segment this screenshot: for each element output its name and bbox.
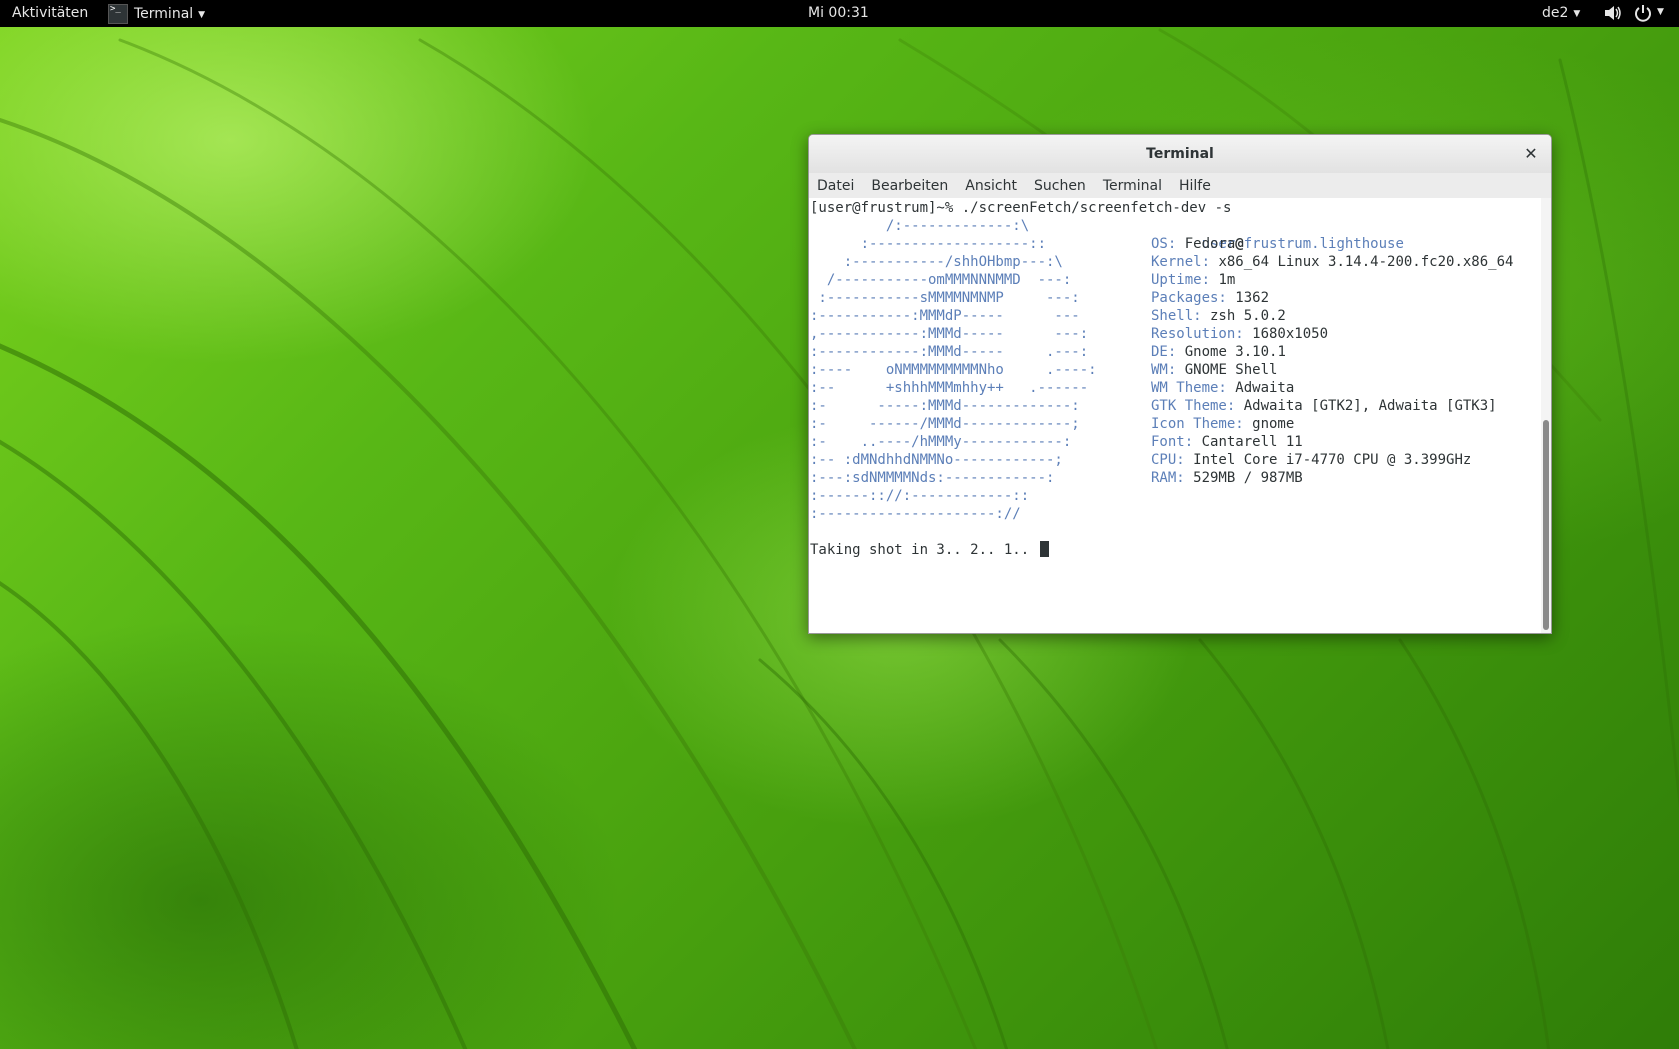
info-value: x86_64 Linux 3.14.4-200.fc20.x86_64 xyxy=(1210,254,1514,270)
info-line: RAM: 529MB / 987MB xyxy=(1151,469,1303,487)
info-line: DE: Gnome 3.10.1 xyxy=(1151,343,1286,361)
info-line: OS: Fedora xyxy=(1151,235,1235,253)
info-key: RAM: xyxy=(1151,470,1185,486)
info-value: Adwaita xyxy=(1226,380,1295,396)
logo-line: :- ..----/hMMMy------------: xyxy=(810,434,1072,450)
app-menu-label: Terminal xyxy=(134,5,194,22)
logo-line: /-----------omMMMNNNMMD ---: xyxy=(810,272,1072,288)
info-key: Packages: xyxy=(1151,290,1227,306)
info-value: Intel Core i7-4770 CPU @ 3.399GHz xyxy=(1184,452,1472,468)
logo-line: :-----------/shhOHbmp---:\ xyxy=(810,254,1063,270)
info-value: 1m xyxy=(1210,272,1236,288)
terminal-window: Terminal ✕ Datei Bearbeiten Ansicht Such… xyxy=(808,134,1552,634)
info-value: GNOME Shell xyxy=(1176,362,1278,378)
keyboard-layout-indicator[interactable]: de2 ▼ xyxy=(1542,5,1580,21)
info-key: Font: xyxy=(1151,434,1194,450)
logo-line: :-- +shhhMMMmhhy++ .------ xyxy=(810,380,1089,396)
chevron-down-icon: ▼ xyxy=(198,9,206,20)
info-key: OS: xyxy=(1151,236,1177,252)
close-icon[interactable]: ✕ xyxy=(1521,135,1541,173)
info-key: Shell: xyxy=(1151,308,1202,324)
scrollbar[interactable] xyxy=(1541,198,1551,633)
info-value: Adwaita [GTK2], Adwaita [GTK3] xyxy=(1235,398,1497,414)
info-key: Resolution: xyxy=(1151,326,1244,342)
terminal-app-icon xyxy=(108,3,128,24)
top-bar: Aktivitäten Terminal ▼ Mi 00:31 de2 ▼ ▼ xyxy=(0,0,1679,27)
logo-line: /:-------------:\ xyxy=(810,218,1030,234)
info-value: Gnome 3.10.1 xyxy=(1176,344,1286,360)
logo-line: :- ------/MMMd-------------; xyxy=(810,416,1080,432)
menu-bar: Datei Bearbeiten Ansicht Suchen Terminal… xyxy=(809,173,1551,198)
window-titlebar[interactable]: Terminal ✕ xyxy=(809,135,1551,173)
logo-line: :------:://:------------:: xyxy=(810,488,1030,504)
info-key: Uptime: xyxy=(1151,272,1211,288)
logo-line: :- -----:MMMd-------------: xyxy=(810,398,1080,414)
menu-item-bearbeiten[interactable]: Bearbeiten xyxy=(871,178,948,194)
at-sign: @ xyxy=(1235,236,1244,252)
info-key: Kernel: xyxy=(1151,254,1211,270)
menu-item-terminal[interactable]: Terminal xyxy=(1103,178,1162,194)
info-line: Font: Cantarell 11 xyxy=(1151,433,1303,451)
scrollbar-thumb[interactable] xyxy=(1543,420,1549,630)
menu-item-hilfe[interactable]: Hilfe xyxy=(1179,178,1211,194)
host-name: frustrum.lighthouse xyxy=(1243,236,1404,252)
menu-item-datei[interactable]: Datei xyxy=(817,178,854,194)
volume-icon[interactable] xyxy=(1604,5,1622,21)
info-key: CPU: xyxy=(1151,452,1185,468)
status-line: Taking shot in 3.. 2.. 1.. xyxy=(810,541,1049,559)
activities-button[interactable]: Aktivitäten xyxy=(12,5,88,21)
command-prompt: [user@frustrum]~% ./screenFetch/screenfe… xyxy=(810,200,1232,216)
text-cursor xyxy=(1039,541,1049,557)
logo-line: :------------:MMMd----- .---: xyxy=(810,344,1089,360)
info-value: 529MB / 987MB xyxy=(1184,470,1303,486)
info-line: Packages: 1362 xyxy=(1151,289,1269,307)
logo-line: :-----------:MMMdP----- --- xyxy=(810,308,1080,324)
info-line: Shell: zsh 5.0.2 xyxy=(1151,307,1286,325)
logo-line: :---- oNMMMMMMMMMNho .----: xyxy=(810,362,1097,378)
status-text: Taking shot in 3.. 2.. 1.. xyxy=(810,542,1038,558)
info-line: CPU: Intel Core i7-4770 CPU @ 3.399GHz xyxy=(1151,451,1471,469)
info-key: GTK Theme: xyxy=(1151,398,1236,414)
logo-line: :-- :dMNdhhdNMMNo------------; xyxy=(810,452,1063,468)
logo-line: ,------------:MMMd----- ---: xyxy=(810,326,1089,342)
keyboard-layout-label: de2 xyxy=(1542,5,1569,21)
app-menu-button[interactable]: Terminal ▼ xyxy=(108,2,205,25)
info-line: Kernel: x86_64 Linux 3.14.4-200.fc20.x86… xyxy=(1151,253,1513,271)
info-key: DE: xyxy=(1151,344,1177,360)
info-value: 1362 xyxy=(1226,290,1270,306)
info-value: zsh 5.0.2 xyxy=(1201,308,1286,324)
chevron-down-icon[interactable]: ▼ xyxy=(1657,7,1664,17)
logo-line: :---:sdNMMMMNds:------------: xyxy=(810,470,1055,486)
info-value: gnome xyxy=(1243,416,1295,432)
info-value: Fedora xyxy=(1176,236,1236,252)
info-key: WM Theme: xyxy=(1151,380,1227,396)
menu-item-ansicht[interactable]: Ansicht xyxy=(965,178,1017,194)
terminal-output[interactable]: [user@frustrum]~% ./screenFetch/screenfe… xyxy=(809,198,1539,633)
info-value: Cantarell 11 xyxy=(1193,434,1303,450)
info-line: Uptime: 1m xyxy=(1151,271,1235,289)
info-value: 1680x1050 xyxy=(1243,326,1329,342)
menu-item-suchen[interactable]: Suchen xyxy=(1034,178,1086,194)
info-line: Resolution: 1680x1050 xyxy=(1151,325,1328,343)
info-line: WM Theme: Adwaita xyxy=(1151,379,1294,397)
clock[interactable]: Mi 00:31 xyxy=(808,5,869,21)
window-title: Terminal xyxy=(1146,146,1214,162)
power-icon[interactable] xyxy=(1634,4,1652,22)
logo-line: :---------------------:// xyxy=(810,506,1021,522)
info-line: Icon Theme: gnome xyxy=(1151,415,1294,433)
info-key: Icon Theme: xyxy=(1151,416,1244,432)
chevron-down-icon: ▼ xyxy=(1573,9,1581,19)
logo-line: :-----------sMMMMNMNMP ---: xyxy=(810,290,1080,306)
info-line: GTK Theme: Adwaita [GTK2], Adwaita [GTK3… xyxy=(1151,397,1497,415)
info-key: WM: xyxy=(1151,362,1177,378)
user-host-line: user@frustrum.lighthouse xyxy=(1151,217,1404,252)
info-line: WM: GNOME Shell xyxy=(1151,361,1277,379)
logo-line: :-------------------:: xyxy=(810,236,1047,252)
